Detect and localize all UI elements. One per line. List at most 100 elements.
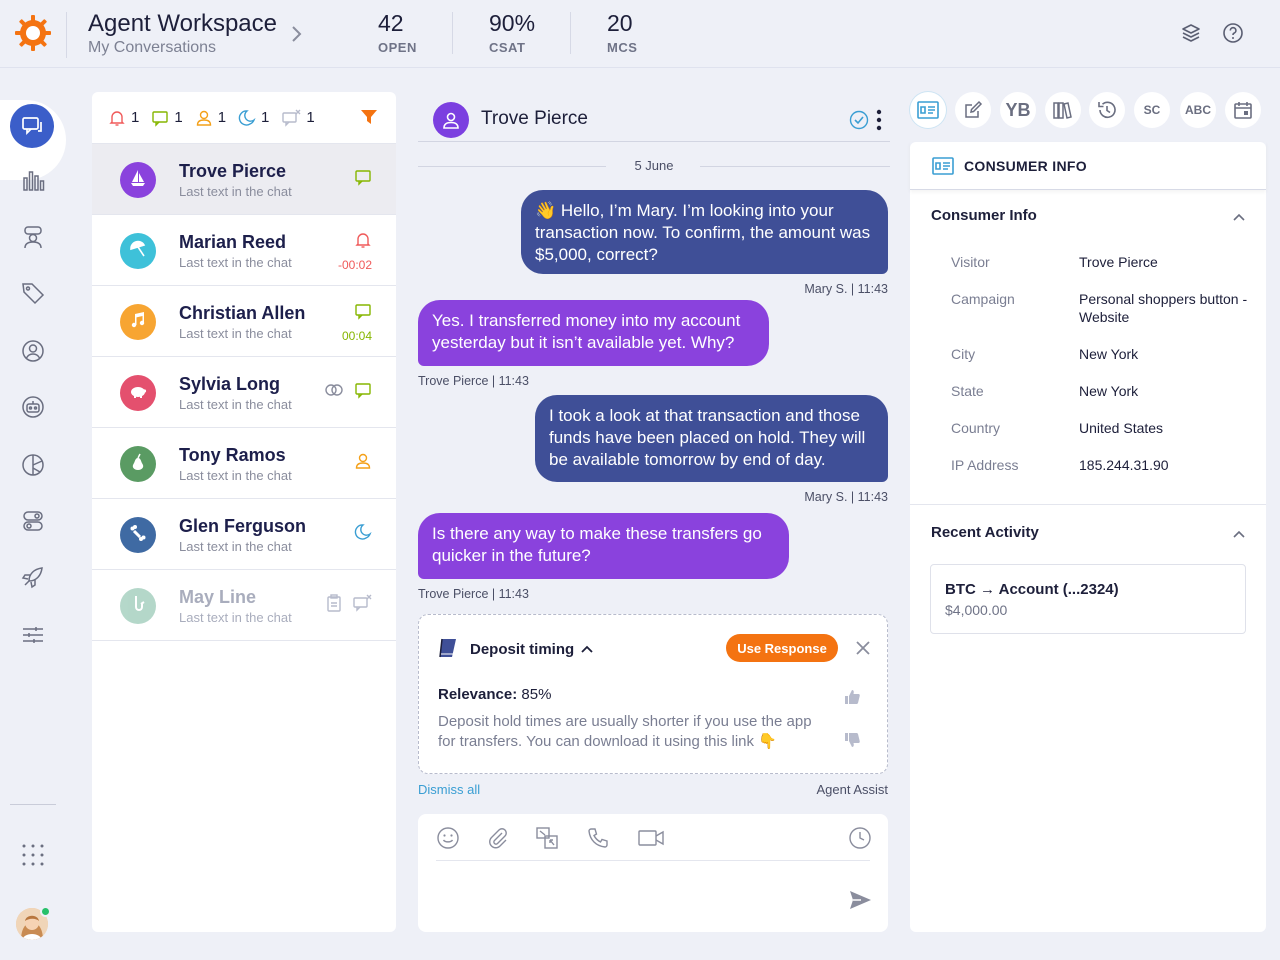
- conversation-avatar: [120, 588, 156, 624]
- consumer-info-panel: CONSUMER INFO Consumer Info Visitor Trove…: [910, 142, 1266, 932]
- conversation-name: Sylvia Long: [179, 374, 281, 394]
- nav-divider: [10, 804, 56, 805]
- stat-open-label: OPEN: [378, 40, 417, 55]
- cobrowse-icon[interactable]: [535, 826, 559, 850]
- stat-open-value: 42: [378, 10, 404, 36]
- conversation-row[interactable]: Marian Reed Last text in the chat -00:02: [92, 215, 396, 286]
- date-label: 5 June: [634, 158, 674, 173]
- nav-settings-toggle[interactable]: [16, 504, 50, 538]
- toolbar-calendar-button[interactable]: [1225, 92, 1261, 128]
- nav-preferences[interactable]: [16, 618, 50, 652]
- chat-icon: [152, 110, 169, 127]
- info-label: IP Address: [951, 457, 1019, 473]
- conversation-row[interactable]: Glen Ferguson Last text in the chat: [92, 499, 396, 570]
- conversation-last-message: Last text in the chat: [179, 610, 292, 625]
- toolbar-library-button[interactable]: [1045, 92, 1081, 128]
- nav-users[interactable]: [16, 334, 50, 368]
- brand-logo-icon[interactable]: [14, 14, 52, 52]
- analytics-icon: [23, 171, 45, 191]
- conversation-last-message: Last text in the chat: [179, 468, 292, 483]
- nav-apps[interactable]: [16, 838, 50, 872]
- message-agent: 👋 Hello, I’m Mary. I’m looking into your…: [521, 190, 888, 274]
- toolbar-history-button[interactable]: [1089, 92, 1125, 128]
- filter-away[interactable]: 1: [238, 109, 269, 127]
- stat-csat: 90% CSAT: [489, 10, 535, 55]
- close-icon[interactable]: [855, 640, 871, 656]
- filter-messages-count: 1: [174, 109, 183, 126]
- conversation-row[interactable]: Christian Allen Last text in the chat 00…: [92, 286, 396, 357]
- bot-icon: [22, 396, 44, 418]
- check-circle-icon[interactable]: [849, 110, 869, 130]
- attach-icon[interactable]: [486, 826, 510, 850]
- send-icon[interactable]: [848, 888, 872, 912]
- conversation-row[interactable]: May Line Last text in the chat: [92, 570, 396, 641]
- stat-divider: [452, 12, 453, 54]
- pie-chart-icon: [22, 454, 44, 476]
- layers-icon[interactable]: [1180, 22, 1202, 44]
- chat-icon: [354, 381, 372, 404]
- app-header: Agent Workspace My Conversations 42 OPEN…: [0, 0, 1280, 68]
- relevance-value: 85%: [521, 686, 552, 703]
- apps-grid-icon: [22, 844, 44, 866]
- toolbar-yb-button[interactable]: YB: [1000, 92, 1036, 128]
- video-icon[interactable]: [637, 826, 665, 850]
- umbrella-icon: [128, 239, 148, 264]
- help-icon[interactable]: [1222, 22, 1244, 44]
- filter-funnel-icon[interactable]: [360, 108, 378, 126]
- conversation-row[interactable]: Trove Pierce Last text in the chat: [92, 144, 396, 215]
- conversation-last-message: Last text in the chat: [179, 326, 292, 341]
- tag-icon: [22, 283, 45, 305]
- conversation-row[interactable]: Sylvia Long Last text in the chat: [92, 357, 396, 428]
- thumbs-down-icon[interactable]: [843, 731, 861, 749]
- clock-icon[interactable]: [848, 826, 872, 850]
- stat-csat-value: 90%: [489, 10, 536, 36]
- toolbar-abc-button[interactable]: ABC: [1180, 92, 1216, 128]
- online-status-dot: [40, 906, 51, 917]
- toolbar-edit-button[interactable]: [955, 92, 991, 128]
- message-input[interactable]: [436, 870, 846, 918]
- message-meta: Trove Pierce | 11:43: [418, 587, 529, 601]
- yb-icon: YB: [1005, 99, 1031, 120]
- activity-card[interactable]: BTC → Account (...2324) $4,000.00: [930, 564, 1246, 634]
- filter-messages[interactable]: 1: [151, 109, 183, 127]
- nav-bots[interactable]: [16, 390, 50, 424]
- conversation-last-message: Last text in the chat: [179, 397, 292, 412]
- chevron-up-icon[interactable]: [1232, 212, 1246, 222]
- use-response-button[interactable]: Use Response: [726, 634, 838, 662]
- moon-icon: [238, 109, 256, 126]
- conversation-row[interactable]: Tony Ramos Last text in the chat: [92, 428, 396, 499]
- edit-icon: [963, 100, 983, 120]
- conversation-last-message: Last text in the chat: [179, 184, 292, 199]
- conversation-name: Glen Ferguson: [179, 516, 307, 536]
- nav-campaigns[interactable]: [16, 560, 50, 594]
- chevron-right-icon[interactable]: [288, 24, 304, 44]
- filter-alerts[interactable]: 1: [108, 109, 139, 127]
- nav-agents[interactable]: [16, 220, 50, 254]
- conversation-last-message: Last text in the chat: [179, 255, 292, 270]
- assist-suggestion-text: Deposit hold times are usually shorter i…: [438, 713, 812, 750]
- phone-icon[interactable]: [586, 826, 610, 850]
- chevron-up-icon[interactable]: [580, 644, 594, 654]
- conversation-avatar: [120, 375, 156, 411]
- nav-conversations[interactable]: [10, 104, 54, 148]
- chevron-up-icon[interactable]: [1232, 529, 1246, 539]
- dismiss-all-link[interactable]: Dismiss all: [418, 782, 480, 797]
- page-subtitle: My Conversations: [88, 39, 217, 56]
- left-nav: [0, 68, 66, 960]
- more-vertical-icon[interactable]: [876, 108, 882, 132]
- filter-muted[interactable]: 1: [281, 109, 315, 127]
- message-agent: I took a look at that transaction and th…: [535, 395, 888, 482]
- filter-assigned[interactable]: 1: [195, 109, 226, 127]
- emoji-icon[interactable]: [436, 826, 460, 850]
- bell-icon: [354, 231, 372, 254]
- thumbs-up-icon[interactable]: [843, 688, 861, 706]
- nav-reports[interactable]: [16, 448, 50, 482]
- nav-analytics[interactable]: [16, 164, 50, 198]
- info-value: Trove Pierce: [1079, 254, 1158, 270]
- conversation-status: [354, 302, 372, 325]
- toolbar-id-card-button[interactable]: [910, 92, 946, 128]
- conversation-avatar: [120, 446, 156, 482]
- filter-away-count: 1: [261, 109, 270, 126]
- nav-tags[interactable]: [16, 276, 50, 310]
- toolbar-sc-button[interactable]: SC: [1134, 92, 1170, 128]
